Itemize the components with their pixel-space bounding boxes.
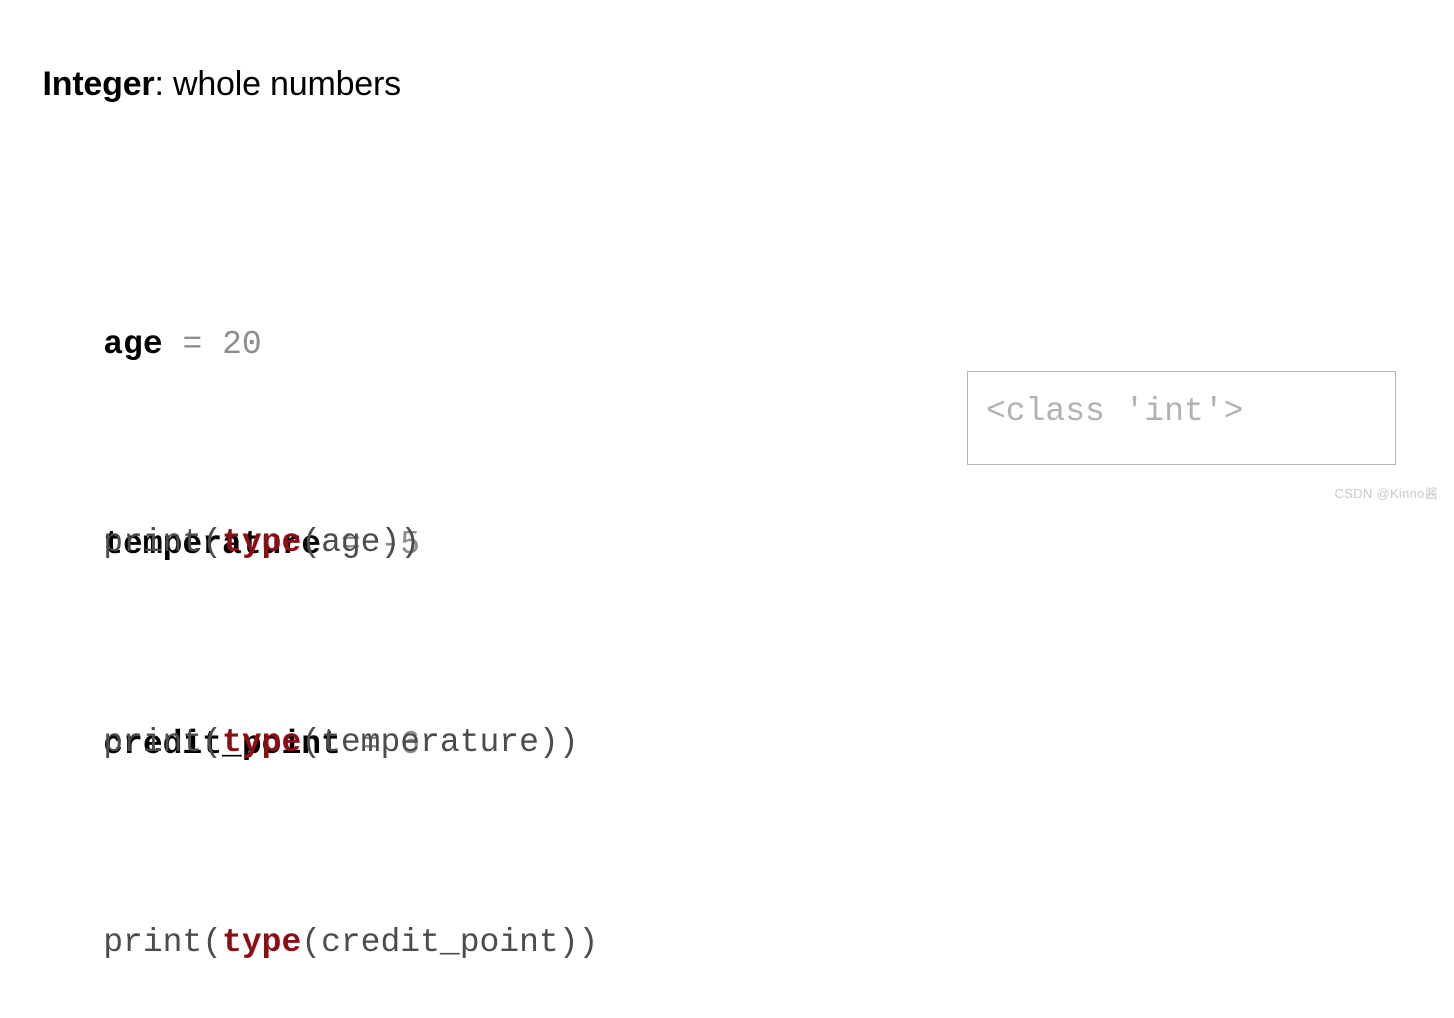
code-line-print: print(type(temperature)) <box>24 668 598 761</box>
page-title: Integer: whole numbers <box>24 21 402 105</box>
page-title-term: Integer <box>42 65 155 103</box>
code-token-function: type <box>222 524 302 561</box>
code-token-function: type <box>222 724 302 761</box>
watermark: CSDN @Kinno酱 <box>1334 486 1438 501</box>
code-line-print: print(type(credit_point)) <box>24 868 598 961</box>
code-token-call-prefix: print( <box>103 924 223 961</box>
code-token-call-suffix: (credit_point)) <box>301 924 599 961</box>
output-box: <class 'int'> <box>967 371 1396 465</box>
output-text: <class 'int'> <box>986 393 1244 430</box>
code-token-call-suffix: (age)) <box>301 524 421 561</box>
code-block-prints: print(type(age)) print(type(temperature)… <box>24 318 598 1018</box>
code-token-call-suffix: (temperature)) <box>301 724 579 761</box>
code-line-assignment: age = 20 <box>24 270 420 363</box>
code-token-call-prefix: print( <box>103 724 223 761</box>
code-token-call-prefix: print( <box>103 524 223 561</box>
code-token-function: type <box>222 924 302 961</box>
page-title-description: : whole numbers <box>154 65 401 103</box>
